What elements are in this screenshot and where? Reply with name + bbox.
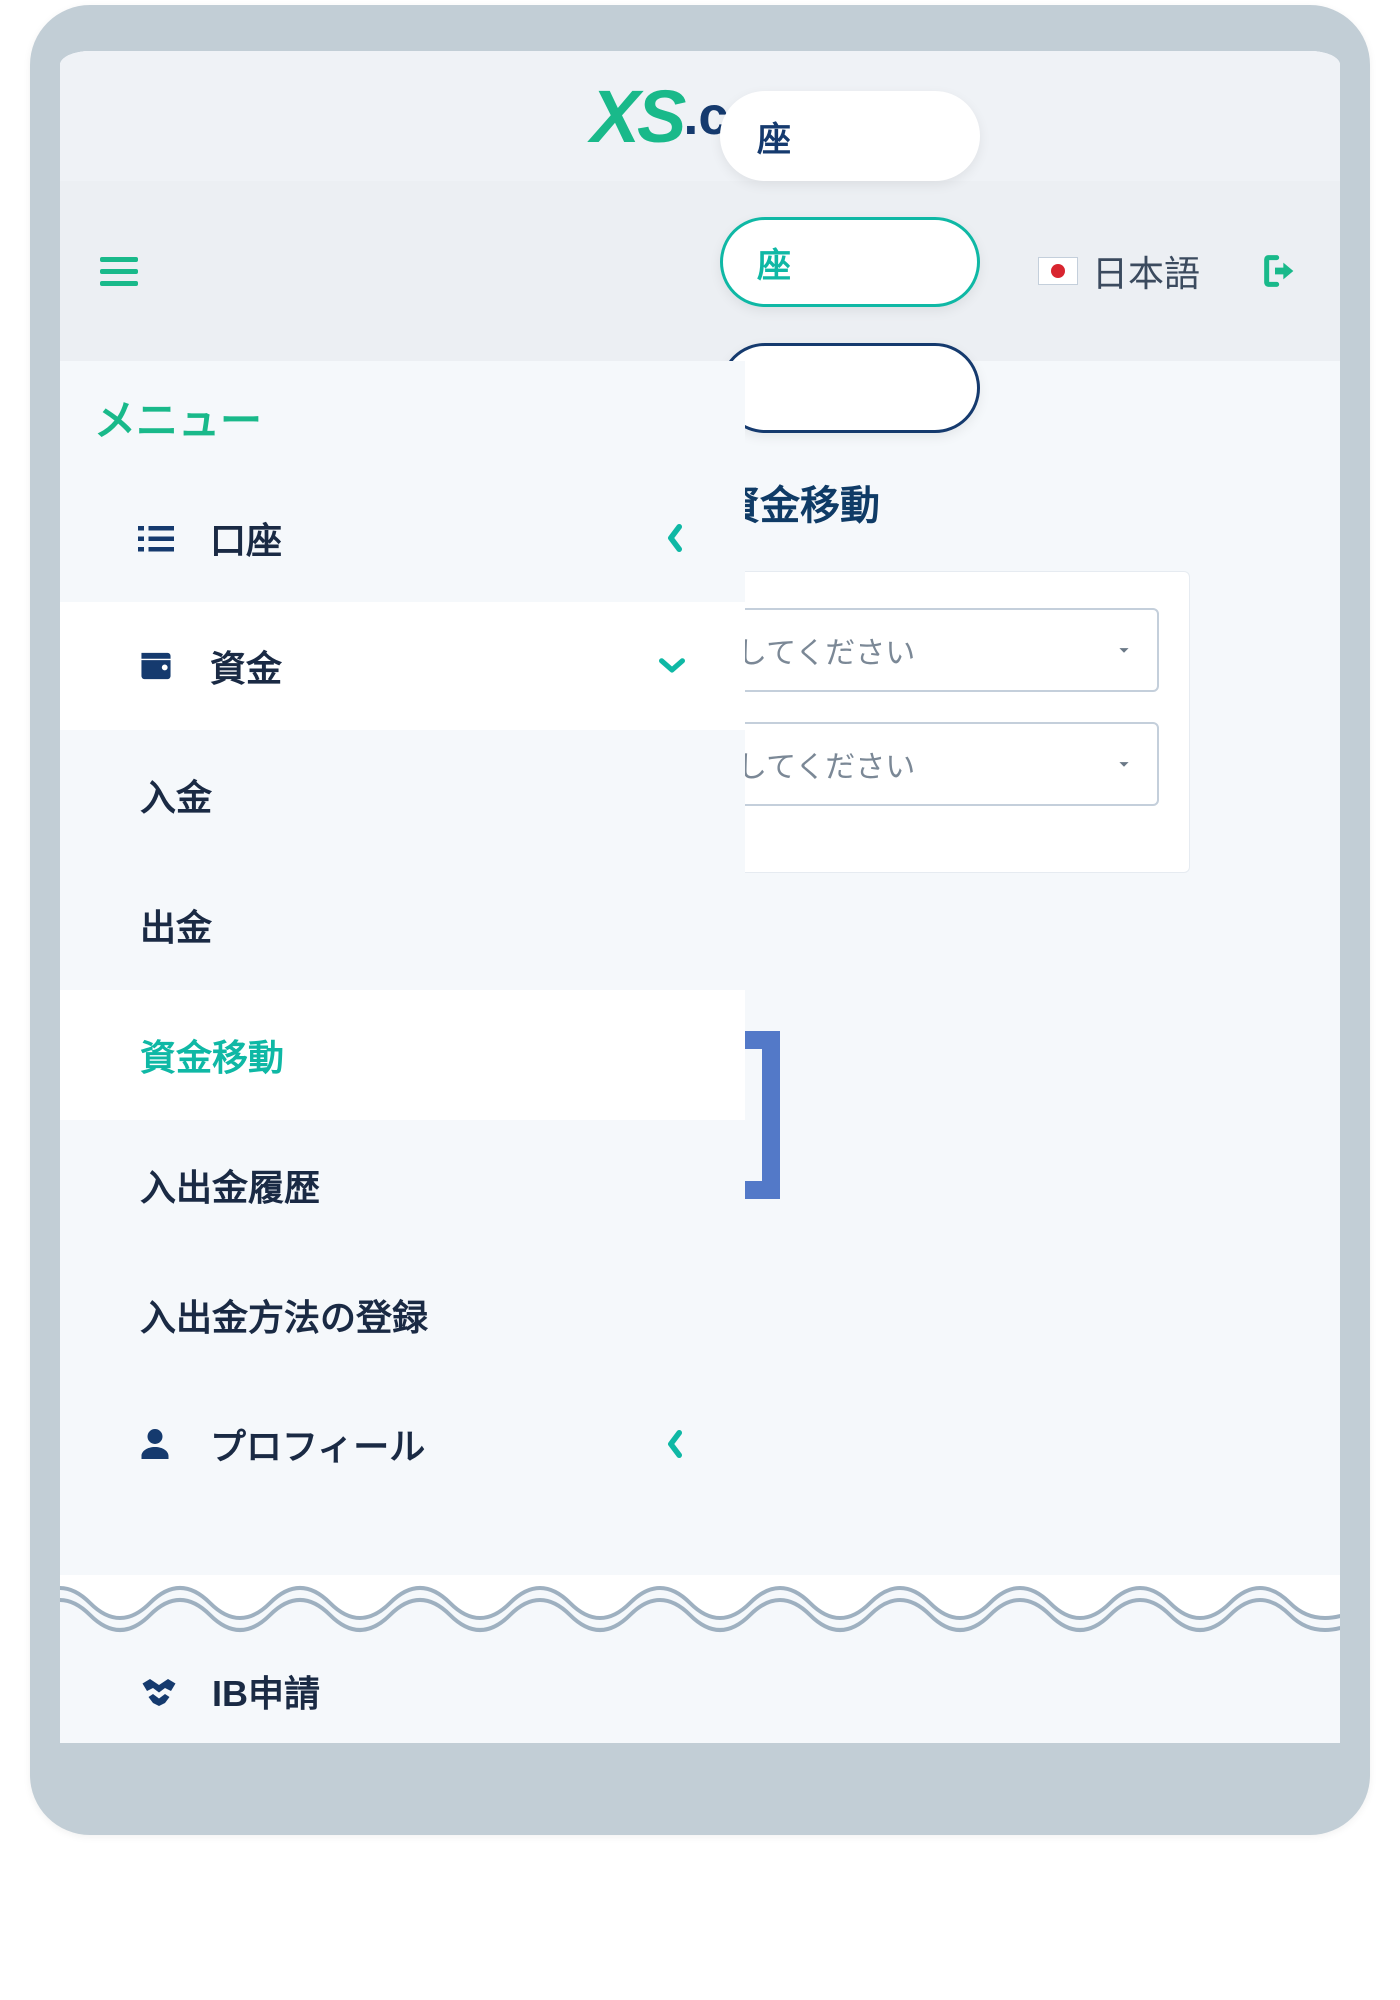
tablet-home-button[interactable]	[674, 1763, 726, 1815]
sidebar-sub-history[interactable]: 入出金履歴	[60, 1120, 745, 1250]
account-tab-1-label: 座	[757, 112, 791, 161]
sidebar-item-account[interactable]: 口座	[60, 474, 745, 602]
sidebar-sub-methods[interactable]: 入出金方法の登録	[60, 1250, 745, 1380]
sidebar-item-funds[interactable]: 資金	[60, 602, 745, 730]
sidebar-label-profile: プロフィール	[210, 1418, 665, 1470]
wallet-icon	[138, 650, 180, 682]
account-tab-3[interactable]	[720, 343, 980, 433]
user-icon	[138, 1426, 180, 1462]
tablet-frame: XS .com 日本語 座 座 資	[30, 5, 1370, 1835]
account-tab-1[interactable]: 座	[720, 91, 980, 181]
select-to-account[interactable]: 択してください	[681, 722, 1159, 806]
torn-edge	[60, 1575, 1340, 1665]
chevron-down-icon	[1113, 639, 1135, 661]
account-tab-2-label: 座	[757, 238, 791, 287]
chevron-left-icon	[665, 524, 685, 552]
sidebar-label-ib: IB申請	[212, 1665, 320, 1717]
chevron-down-icon	[659, 656, 685, 676]
list-icon	[138, 523, 180, 553]
sidebar: メニュー 口座	[60, 361, 745, 1508]
handshake-icon	[138, 1675, 186, 1707]
sidebar-label-funds: 資金	[210, 640, 659, 692]
hamburger-icon[interactable]	[100, 257, 138, 286]
account-tab-2[interactable]: 座	[720, 217, 980, 307]
screen: XS .com 日本語 座 座 資	[60, 51, 1340, 1743]
select-from-account[interactable]: 択してください	[681, 608, 1159, 692]
sidebar-sub-deposit[interactable]: 入金	[60, 730, 745, 860]
chevron-down-icon	[1113, 753, 1135, 775]
chevron-left-icon	[665, 1430, 685, 1458]
page-title: 資金移動	[720, 473, 1280, 531]
sidebar-item-profile[interactable]: プロフィール	[60, 1380, 745, 1508]
tablet-speaker	[620, 17, 780, 31]
sidebar-sub-transfer[interactable]: 資金移動	[60, 990, 745, 1120]
menu-title: メニュー	[60, 371, 745, 474]
sidebar-sub-withdraw[interactable]: 出金	[60, 860, 745, 990]
sidebar-label-account: 口座	[210, 512, 665, 564]
